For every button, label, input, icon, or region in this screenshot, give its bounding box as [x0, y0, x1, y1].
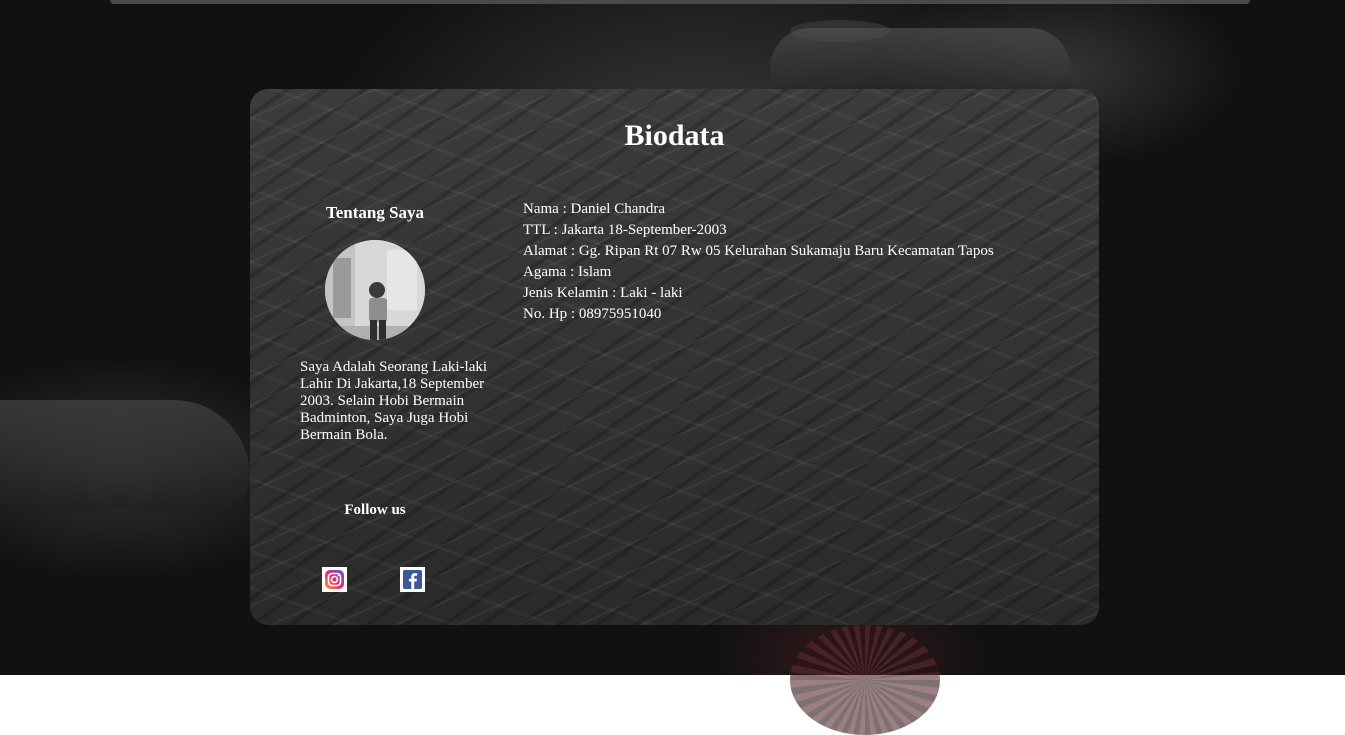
biodata-no-hp: No. Hp : 08975951040	[523, 306, 662, 322]
page-title: Biodata	[624, 119, 725, 152]
avatar	[325, 240, 425, 340]
background-motorcycle-seat	[0, 400, 250, 510]
biodata-jenis-kelamin: Jenis Kelamin : Laki - laki	[523, 285, 683, 301]
background-motorcycle-filter	[790, 625, 940, 735]
about-heading: Tentang Saya	[325, 203, 425, 222]
instagram-icon[interactable]	[322, 567, 347, 592]
background-motorcycle-tank	[770, 28, 1070, 98]
facebook-icon[interactable]	[400, 567, 425, 592]
biodata-nama: Nama : Daniel Chandra	[523, 201, 666, 217]
about-description: Saya Adalah Seorang Laki-laki Lahir Di J…	[300, 359, 488, 443]
biodata-list: Nama : Daniel Chandra TTL : Jakarta 18-S…	[523, 199, 994, 325]
biodata-agama: Agama : Islam	[523, 264, 612, 280]
follow-heading: Follow us	[344, 502, 406, 518]
browser-scrollbar[interactable]	[110, 0, 1250, 4]
biodata-ttl: TTL : Jakarta 18-September-2003	[523, 222, 727, 238]
avatar-photo	[325, 240, 425, 340]
biodata-alamat: Alamat : Gg. Ripan Rt 07 Rw 05 Kelurahan…	[523, 243, 994, 259]
biodata-card: Biodata Tentang Saya Saya Adalah Seorang…	[250, 89, 1099, 625]
